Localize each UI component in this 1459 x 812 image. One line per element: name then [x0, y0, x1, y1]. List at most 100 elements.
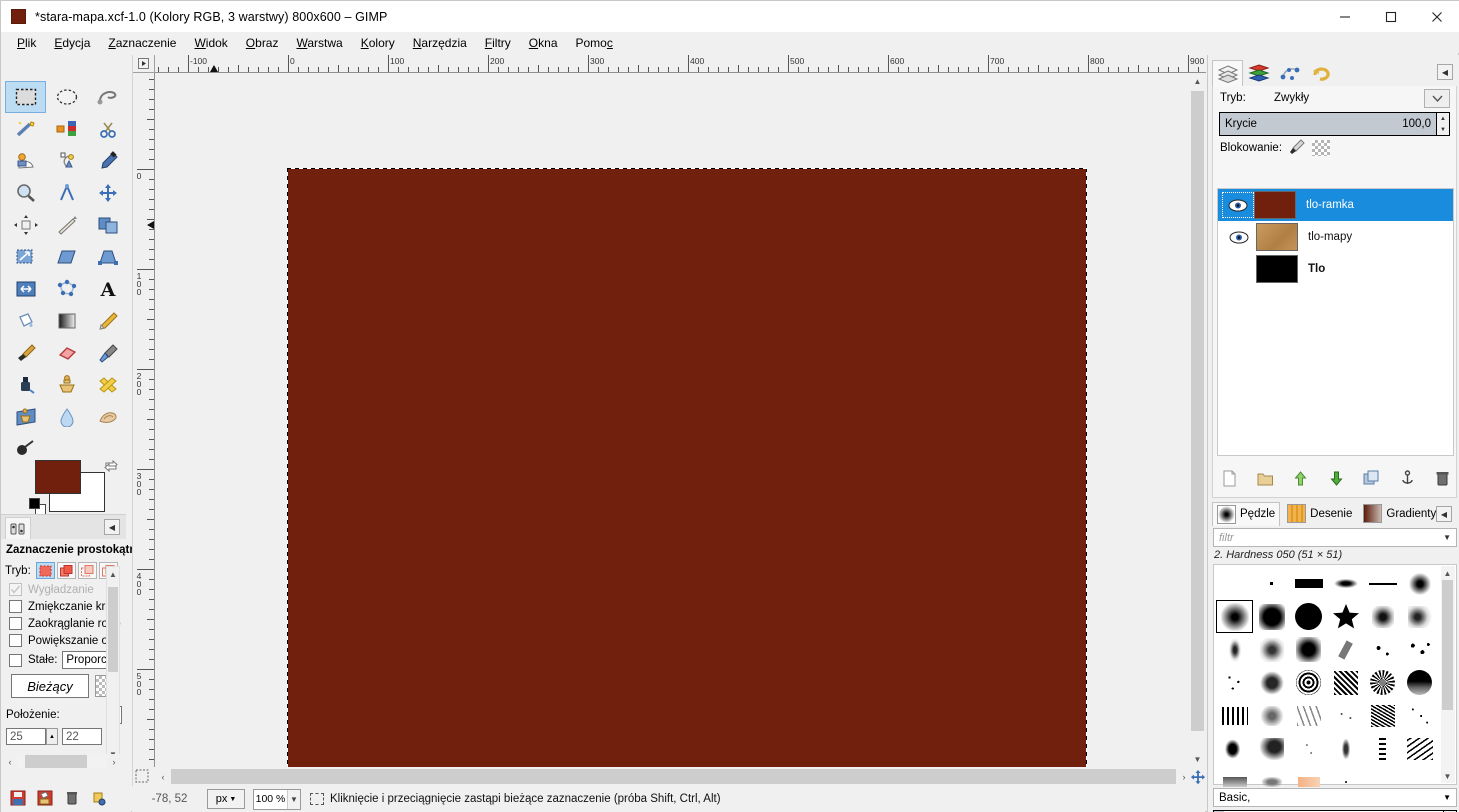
collapse-icon[interactable]: ◀ [104, 519, 120, 535]
tool-zoom[interactable] [5, 177, 46, 209]
new-layer-group-icon[interactable] [1257, 470, 1274, 490]
tool-cage-transform[interactable] [46, 273, 87, 305]
menu-kolory[interactable]: Kolory [352, 34, 404, 52]
brush-cell[interactable] [1327, 666, 1364, 699]
tool-scale[interactable] [5, 241, 46, 273]
brush-cell[interactable] [1290, 732, 1327, 765]
tool-paintbrush[interactable] [5, 337, 46, 369]
ruler-menu-button[interactable] [133, 55, 155, 73]
chevron-down-icon[interactable]: ▼ [1190, 751, 1205, 767]
brush-cell[interactable] [1327, 600, 1364, 633]
tool-fuzzy-select[interactable] [5, 113, 46, 145]
tool-rectangle-select[interactable] [5, 81, 46, 113]
tool-alignment[interactable] [5, 209, 46, 241]
tool-shear[interactable] [46, 241, 87, 273]
brush-cell[interactable] [1290, 699, 1327, 732]
spinner-down-icon[interactable]: ▼ [1437, 124, 1449, 135]
zaokraglanie-checkbox[interactable] [9, 617, 22, 630]
tool-scissors-select[interactable] [87, 113, 128, 145]
tool-options-htrack[interactable] [17, 755, 107, 768]
tool-move[interactable] [87, 177, 128, 209]
menu-widok[interactable]: Widok [185, 34, 236, 52]
tool-perspective-clone[interactable] [5, 401, 46, 433]
zoom-selector[interactable]: 100 % ▼ [253, 788, 301, 810]
layer-mode-dropdown[interactable] [1424, 89, 1450, 108]
tool-options-tab[interactable] [5, 517, 31, 539]
layer-visibility-toggle[interactable] [1222, 192, 1254, 218]
brush-grid-container[interactable]: ▲ ▼ [1213, 564, 1457, 787]
brush-cell[interactable] [1290, 666, 1327, 699]
duplicate-layer-icon[interactable] [1363, 470, 1380, 490]
tool-options-scrollbar[interactable]: ▲ ▼ [106, 566, 120, 762]
position-y-input[interactable]: 22 [62, 728, 102, 745]
brush-cell[interactable] [1253, 666, 1290, 699]
quick-mask-icon[interactable] [135, 769, 150, 784]
brush-cell[interactable] [1216, 666, 1253, 699]
chevron-down-icon[interactable]: ▼ [1443, 793, 1451, 802]
powiekszanie-checkbox[interactable] [9, 634, 22, 647]
tool-options-hthumb[interactable] [25, 755, 87, 768]
brush-cell[interactable] [1253, 567, 1290, 600]
vertical-ruler[interactable]: 01 0 02 0 03 0 04 0 05 0 06 0 0 [133, 73, 155, 767]
layer-visibility-toggle[interactable] [1222, 256, 1256, 282]
reset-tool-options-icon[interactable] [91, 790, 107, 809]
menu-edycja[interactable]: Edycja [45, 34, 99, 52]
brush-tag-selector[interactable]: Basic, ▼ [1213, 788, 1457, 807]
restore-tool-options-icon[interactable] [37, 790, 53, 809]
brush-cell[interactable] [1290, 600, 1327, 633]
tool-options-hscrollbar[interactable]: ‹ › [3, 754, 121, 769]
brush-cell[interactable] [1401, 666, 1438, 699]
mode-replace-selection[interactable] [35, 562, 55, 579]
brush-scroll-thumb[interactable] [1442, 580, 1453, 710]
layer-row-tlo-mapy[interactable]: tlo-mapy [1218, 221, 1453, 253]
navigation-preview-icon[interactable] [1190, 770, 1206, 786]
position-x-input[interactable]: 25 [6, 728, 46, 745]
brush-cell[interactable] [1364, 633, 1401, 666]
tool-select-by-color[interactable] [46, 113, 87, 145]
lock-alpha-checker-icon[interactable] [1312, 140, 1331, 156]
brush-cell[interactable] [1327, 633, 1364, 666]
menu-warstwa[interactable]: Warstwa [287, 34, 351, 52]
position-x-spinner[interactable]: ▲ [46, 728, 58, 745]
layer-opacity-slider[interactable]: Krycie 100,0 ▲ ▼ [1219, 112, 1450, 136]
channels-tab[interactable] [1243, 60, 1274, 86]
patterns-tab[interactable]: Desenie [1283, 502, 1356, 525]
wygladzanie-checkbox[interactable] [9, 583, 22, 596]
anchor-layer-icon[interactable] [1399, 470, 1416, 490]
canvas-vscroll-thumb[interactable] [1191, 91, 1204, 731]
canvas-viewport[interactable] [155, 73, 1206, 767]
close-button[interactable] [1414, 1, 1459, 32]
layers-tab[interactable] [1212, 60, 1243, 86]
delete-layer-icon[interactable] [1434, 470, 1451, 490]
brush-cell[interactable] [1216, 567, 1253, 600]
tool-ink[interactable] [5, 369, 46, 401]
minimize-button[interactable] [1322, 1, 1368, 32]
raise-layer-icon[interactable] [1292, 470, 1309, 490]
canvas-vertical-scrollbar[interactable]: ▲ ▼ [1190, 73, 1205, 767]
brush-filter-input[interactable]: filtr ▼ [1213, 528, 1457, 547]
brush-cell[interactable] [1401, 633, 1438, 666]
swap-colors-icon[interactable] [103, 458, 119, 474]
unit-selector[interactable]: px ▼ [207, 789, 245, 809]
layer-row-tlo-ramka[interactable]: tlo-ramka [1218, 189, 1453, 221]
brush-cell[interactable] [1364, 666, 1401, 699]
tool-heal[interactable] [87, 369, 128, 401]
save-tool-options-icon[interactable] [10, 790, 26, 809]
layer-opacity-track[interactable]: Krycie 100,0 [1220, 113, 1436, 135]
chevron-left-icon[interactable]: ‹ [3, 757, 17, 767]
lower-layer-icon[interactable] [1328, 470, 1345, 490]
spinner-up-icon[interactable]: ▲ [1437, 113, 1449, 124]
brush-cell[interactable] [1253, 633, 1290, 666]
brush-cell[interactable] [1364, 567, 1401, 600]
brush-cell[interactable] [1364, 600, 1401, 633]
foreground-color-swatch[interactable] [35, 460, 81, 494]
tool-options-scroll-thumb[interactable] [108, 587, 118, 672]
brush-cell[interactable] [1401, 567, 1438, 600]
stale-checkbox[interactable] [9, 653, 22, 667]
lock-pixels-brush-icon[interactable] [1289, 138, 1305, 158]
brush-cell[interactable] [1290, 567, 1327, 600]
tool-smudge[interactable] [87, 401, 128, 433]
tool-paths[interactable] [46, 145, 87, 177]
brush-cell[interactable] [1401, 600, 1438, 633]
tool-clone[interactable] [46, 369, 87, 401]
